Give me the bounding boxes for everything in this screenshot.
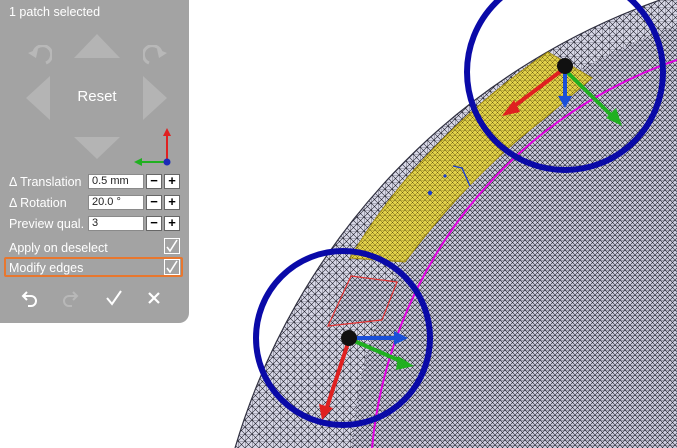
arrow-left-icon[interactable]: [24, 74, 50, 122]
preview-quality-decrement-button[interactable]: −: [146, 216, 162, 231]
preview-quality-input[interactable]: 3: [88, 216, 144, 231]
apply-on-deselect-label: Apply on deselect: [9, 241, 108, 255]
rotate-right-icon[interactable]: [141, 44, 169, 71]
close-icon[interactable]: [142, 288, 166, 310]
preview-quality-increment-button[interactable]: +: [164, 216, 180, 231]
translation-increment-button[interactable]: +: [164, 174, 180, 189]
modify-edges-label: Modify edges: [9, 261, 84, 275]
apply-on-deselect-checkbox[interactable]: [164, 238, 180, 254]
rotation-label: Δ Rotation: [9, 196, 67, 210]
translation-decrement-button[interactable]: −: [146, 174, 162, 189]
axis-triad-icon: [132, 126, 172, 168]
arrow-up-icon[interactable]: [72, 32, 122, 60]
rotation-input[interactable]: 20.0 °: [88, 195, 144, 210]
arrow-right-icon[interactable]: [143, 74, 169, 122]
preview-quality-label: Preview qual.: [9, 217, 85, 231]
translation-input[interactable]: 0.5 mm: [88, 174, 144, 189]
rotation-increment-button[interactable]: +: [164, 195, 180, 210]
undo-icon[interactable]: [18, 288, 42, 310]
transform-panel: 1 patch selected Reset Δ Translation 0.5…: [0, 0, 189, 323]
reset-button[interactable]: Reset: [56, 88, 138, 105]
translation-label: Δ Translation: [9, 175, 82, 189]
arrow-down-icon[interactable]: [72, 135, 122, 161]
rotation-decrement-button[interactable]: −: [146, 195, 162, 210]
selection-status: 1 patch selected: [9, 5, 101, 19]
redo-icon[interactable]: [58, 288, 82, 310]
rotate-left-icon[interactable]: [26, 44, 54, 71]
checkmark-icon[interactable]: [102, 288, 126, 310]
modify-edges-checkbox[interactable]: [164, 259, 180, 275]
mesh-model[interactable]: [234, 0, 677, 448]
